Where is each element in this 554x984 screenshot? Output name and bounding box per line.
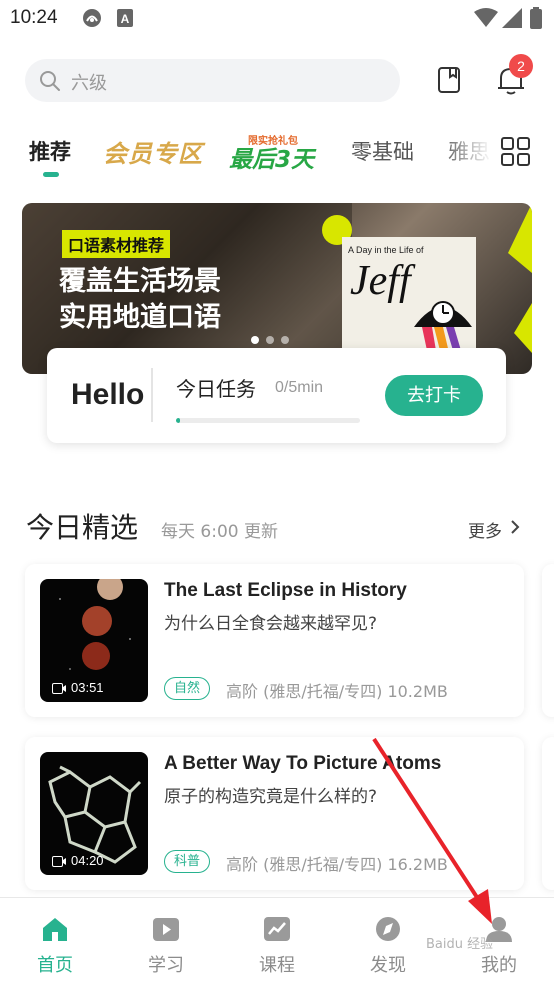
section-subtitle: 每天 6:00 更新 [161, 522, 278, 542]
book-title: Jeff [350, 258, 411, 304]
task-progress-fill [176, 418, 180, 423]
status-bar: 10:24 A [0, 0, 554, 38]
play-icon [153, 918, 179, 941]
chart-icon [264, 917, 290, 941]
search-placeholder: 六级 [71, 73, 107, 94]
tab-zero-basics[interactable]: 零基础 [351, 136, 414, 166]
task-title: 今日任务 [176, 377, 256, 401]
nav-courses[interactable]: 课程 [222, 898, 332, 984]
nav-label: 学习 [148, 955, 184, 976]
more-link[interactable]: 更多 [468, 517, 502, 542]
card-subtitle: 为什么日全食会越来越罕见? [164, 614, 378, 634]
nav-label: 我的 [481, 955, 517, 976]
nav-home[interactable]: 首页 [0, 898, 110, 984]
notification-badge: 2 [509, 54, 533, 78]
nav-label: 课程 [259, 955, 295, 976]
active-tab-indicator [43, 172, 59, 177]
status-time: 10:24 [10, 7, 58, 28]
chevron-right-icon[interactable] [510, 519, 520, 535]
daily-task-card: Hello 今日任务 0/5min 去打卡 [47, 348, 506, 443]
card-meta: 高阶 (雅思/托福/专四) 16.2MB [226, 855, 448, 874]
banner-decoration-shapes [508, 203, 532, 353]
next-card-edge [542, 564, 554, 717]
nav-label: 首页 [37, 955, 73, 976]
signal-icon [502, 8, 522, 28]
tabs-fade [440, 130, 492, 174]
carousel-dots [251, 329, 296, 348]
topic-tag: 自然 [164, 677, 211, 700]
task-progress-text: 0/5min [275, 379, 324, 396]
duration-text: 03:51 [71, 680, 104, 695]
banner-headline-2: 实用地道口语 [59, 302, 221, 333]
sale-promo-title: 最后3天 [229, 147, 315, 173]
next-card-edge [542, 737, 554, 890]
video-icon [52, 683, 66, 694]
card-subtitle: 原子的构造究竟是什么样的? [164, 787, 378, 807]
divider [151, 368, 153, 422]
wordbook-icon[interactable] [437, 66, 461, 94]
video-card[interactable]: 03:51 The Last Eclipse in History 为什么日全食… [25, 564, 524, 717]
hello-logo: Hello [71, 378, 145, 411]
grid-icon[interactable] [501, 137, 531, 167]
card-title: A Better Way To Picture Atoms [164, 753, 442, 774]
nav-study[interactable]: 学习 [111, 898, 221, 984]
app-notification-icon [83, 9, 101, 27]
carousel-dot [281, 336, 289, 344]
task-progress-bar [176, 418, 360, 423]
watermark: Baidu 经验 [426, 937, 494, 952]
video-icon [52, 856, 66, 867]
carousel-dot [251, 336, 259, 344]
search-input[interactable]: 六级 [25, 59, 400, 102]
compass-icon [376, 917, 400, 941]
tab-vip-zone[interactable]: 会员专区 [103, 134, 203, 169]
battery-icon [530, 7, 542, 29]
card-title: The Last Eclipse in History [164, 580, 407, 601]
book-subtitle: A Day in the Life of [348, 245, 424, 255]
section-title: 今日精选 [26, 511, 139, 544]
duration-text: 04:20 [71, 853, 104, 868]
video-thumbnail: 03:51 [40, 579, 148, 702]
wifi-icon [474, 8, 498, 27]
carousel-dot [266, 336, 274, 344]
tab-sale-promo[interactable]: 限实抢礼包 最后3天 [226, 132, 326, 173]
banner-headline-1: 覆盖生活场景 [59, 266, 221, 297]
video-thumbnail: 04:20 [40, 752, 148, 875]
topic-tag: 科普 [164, 850, 211, 873]
search-icon [40, 71, 60, 91]
a-notification-icon: A [117, 9, 133, 27]
banner-tag: 口语素材推荐 [62, 230, 171, 258]
check-in-button[interactable]: 去打卡 [385, 375, 483, 416]
nav-label: 发现 [370, 955, 406, 976]
card-meta: 高阶 (雅思/托福/专四) 10.2MB [226, 682, 448, 701]
tab-recommend[interactable]: 推荐 [29, 136, 71, 166]
svg-text:A: A [121, 12, 130, 26]
home-icon [43, 918, 67, 941]
video-card[interactable]: 04:20 A Better Way To Picture Atoms 原子的构… [25, 737, 524, 890]
